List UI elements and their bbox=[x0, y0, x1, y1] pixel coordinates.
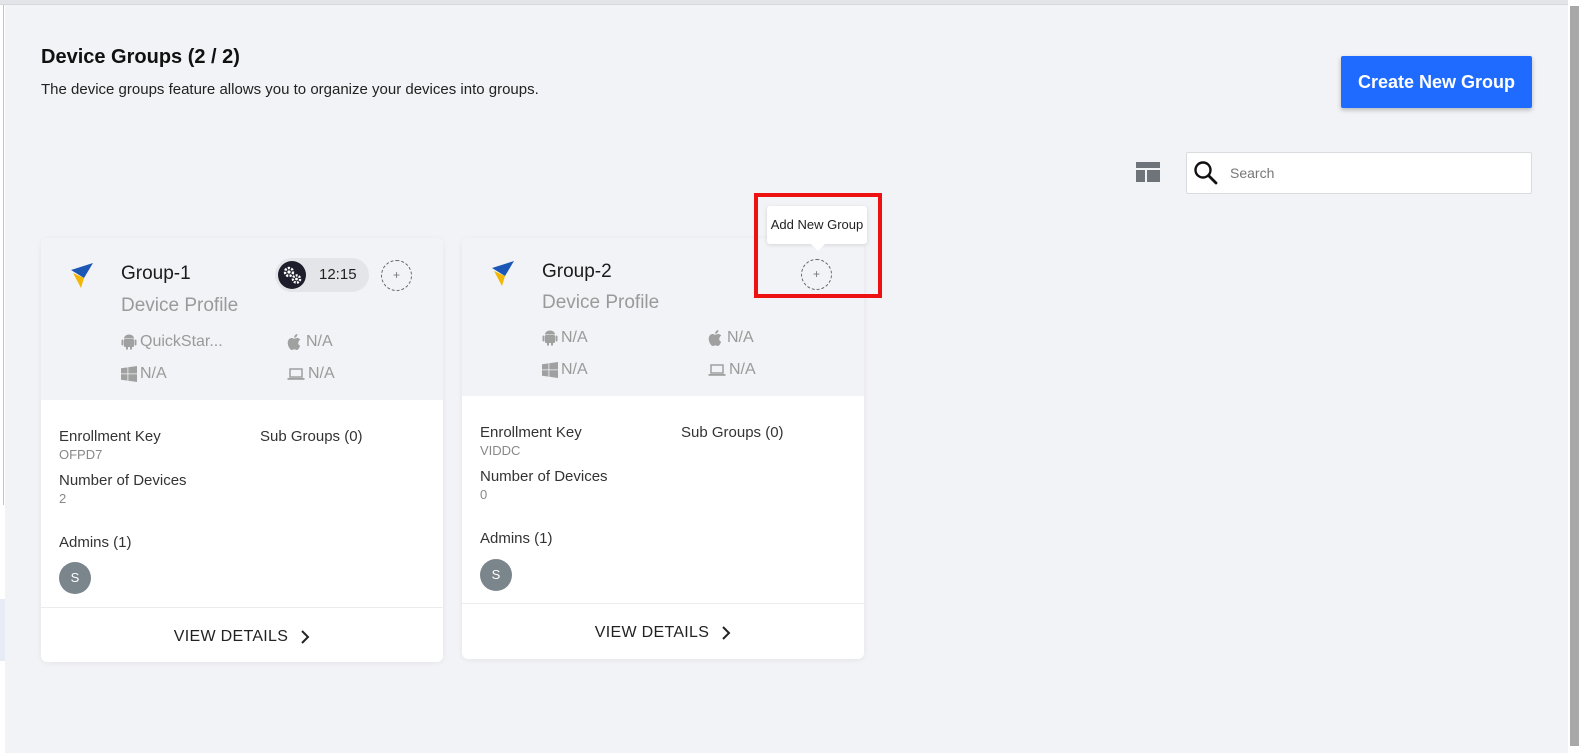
ios-profile-value: N/A bbox=[306, 333, 333, 350]
scrollbar-thumb[interactable] bbox=[1570, 6, 1579, 746]
device-profile-label: Device Profile bbox=[542, 292, 660, 313]
admin-avatar[interactable]: S bbox=[59, 562, 91, 594]
app-logo-icon bbox=[71, 263, 93, 288]
android-profile: QuickStar... bbox=[121, 333, 223, 351]
add-new-group-tooltip: Add New Group bbox=[767, 206, 867, 244]
ios-profile: N/A bbox=[708, 329, 754, 347]
android-icon bbox=[542, 330, 558, 346]
desktop-profile-value: N/A bbox=[308, 365, 335, 382]
group-name[interactable]: Group-1 bbox=[121, 263, 191, 285]
laptop-icon bbox=[708, 364, 726, 376]
view-details-button[interactable]: VIEW DETAILS bbox=[41, 610, 443, 662]
chevron-right-icon bbox=[301, 630, 310, 644]
desktop-profile-value: N/A bbox=[729, 361, 756, 378]
windows-profile-value: N/A bbox=[140, 365, 167, 382]
card-header: Group-1 Device Profile QuickStar... N/A bbox=[41, 238, 443, 400]
device-profile-label: Device Profile bbox=[121, 295, 239, 316]
search-icon bbox=[1194, 161, 1218, 185]
view-details-button[interactable]: VIEW DETAILS bbox=[462, 606, 864, 659]
android-profile-value: N/A bbox=[561, 329, 588, 346]
ios-profile-value: N/A bbox=[727, 329, 754, 346]
ios-profile: N/A bbox=[287, 333, 333, 351]
number-of-devices-label: Number of Devices bbox=[59, 472, 187, 489]
search-input[interactable] bbox=[1230, 161, 1520, 185]
android-profile-value: QuickStar... bbox=[140, 333, 223, 350]
windows-icon bbox=[542, 362, 558, 378]
view-details-label: VIEW DETAILS bbox=[173, 628, 289, 645]
admins-label: Admins (1) bbox=[59, 534, 132, 551]
add-subgroup-button[interactable]: + bbox=[801, 259, 832, 290]
add-subgroup-button[interactable]: + bbox=[381, 260, 412, 291]
schedule-pill[interactable]: 12:15 bbox=[275, 258, 369, 292]
windows-profile: N/A bbox=[542, 361, 588, 379]
search-box[interactable] bbox=[1186, 152, 1532, 194]
enrollment-key-value: OFPD7 bbox=[59, 447, 103, 462]
chevron-right-icon bbox=[722, 626, 731, 640]
left-edge bbox=[0, 5, 5, 753]
windows-profile: N/A bbox=[121, 365, 167, 383]
sub-groups-label[interactable]: Sub Groups (0) bbox=[260, 428, 363, 445]
number-of-devices-label: Number of Devices bbox=[480, 468, 608, 485]
number-of-devices-value: 0 bbox=[480, 487, 488, 502]
desktop-profile: N/A bbox=[287, 365, 335, 383]
top-border bbox=[0, 0, 1589, 5]
android-profile: N/A bbox=[542, 329, 588, 347]
enrollment-key-value: VIDDC bbox=[480, 443, 521, 458]
group-card-1: Group-1 Device Profile QuickStar... N/A bbox=[41, 238, 443, 662]
number-of-devices-value: 2 bbox=[59, 491, 67, 506]
android-icon bbox=[121, 334, 137, 350]
apple-icon bbox=[708, 330, 722, 346]
enrollment-key-label: Enrollment Key bbox=[480, 424, 582, 441]
gear-icon bbox=[278, 261, 306, 289]
page-subtitle: The device groups feature allows you to … bbox=[41, 81, 539, 98]
view-details-label: VIEW DETAILS bbox=[594, 624, 710, 641]
sub-groups-label[interactable]: Sub Groups (0) bbox=[681, 424, 784, 441]
card-divider bbox=[41, 607, 443, 608]
left-edge-tab bbox=[0, 599, 5, 661]
layout-grid-icon[interactable] bbox=[1136, 162, 1160, 182]
page-title: Device Groups (2 / 2) bbox=[41, 46, 240, 68]
admin-avatar[interactable]: S bbox=[480, 559, 512, 591]
app-logo-icon bbox=[492, 261, 514, 286]
card-header: Group-2 Device Profile N/A N/A N/A N/A + bbox=[462, 238, 864, 396]
enrollment-key-label: Enrollment Key bbox=[59, 428, 161, 445]
apple-icon bbox=[287, 334, 301, 350]
desktop-profile: N/A bbox=[708, 361, 756, 379]
create-new-group-button[interactable]: Create New Group bbox=[1341, 56, 1532, 108]
windows-profile-value: N/A bbox=[561, 361, 588, 378]
card-divider bbox=[462, 603, 864, 604]
group-card-2: Group-2 Device Profile N/A N/A N/A N/A +… bbox=[462, 238, 864, 659]
vertical-scrollbar[interactable] bbox=[1568, 0, 1589, 753]
laptop-icon bbox=[287, 368, 305, 380]
tooltip-arrow bbox=[811, 244, 825, 251]
windows-icon bbox=[121, 366, 137, 382]
left-edge-line bbox=[3, 5, 4, 505]
schedule-time: 12:15 bbox=[319, 266, 357, 283]
admins-label: Admins (1) bbox=[480, 530, 553, 547]
group-name[interactable]: Group-2 bbox=[542, 261, 612, 283]
